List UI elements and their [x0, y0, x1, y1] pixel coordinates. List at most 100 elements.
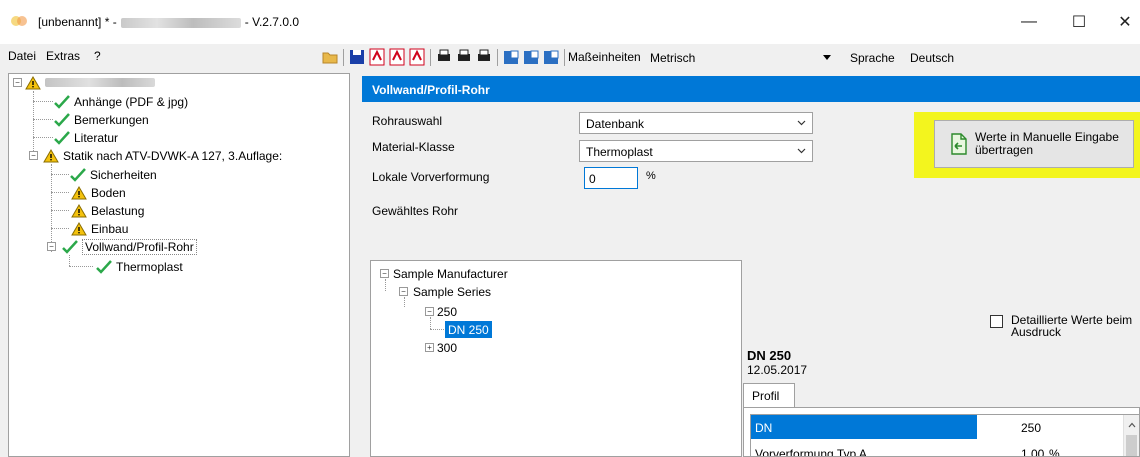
tree-node-250[interactable]: 250 [437, 303, 457, 320]
tree-connector [51, 192, 69, 193]
rohrauswahl-label: Rohrauswahl [372, 114, 443, 128]
maximize-button[interactable]: ☐ [1064, 10, 1094, 34]
expand-toggle[interactable]: + [425, 343, 434, 352]
tree-node-dn250[interactable]: DN 250 [445, 321, 492, 338]
material-label: Material-Klasse [372, 140, 455, 154]
material-select[interactable]: Thermoplast [579, 140, 813, 162]
tree-item-label: Anhänge (PDF & jpg) [74, 94, 189, 109]
vertical-scrollbar[interactable] [1123, 415, 1139, 456]
menu-datei[interactable]: Datei [8, 49, 36, 63]
tree-manufacturer[interactable]: Sample Manufacturer [393, 265, 508, 282]
tree-item-literatur[interactable]: Literatur [53, 129, 118, 146]
pdf-l-icon[interactable] [409, 48, 425, 66]
save-icon[interactable] [349, 48, 365, 66]
pipe-selection-tree[interactable]: − Sample Manufacturer − Sample Series − … [370, 260, 742, 457]
vorverformung-unit: % [646, 170, 656, 182]
detailed-values-checkbox[interactable]: Detaillierte Werte beim Ausdruck [990, 314, 1132, 338]
table-row[interactable]: DN 250 [751, 415, 1125, 439]
menu-help[interactable]: ? [94, 49, 101, 63]
selected-pipe-title: DN 250 [747, 348, 792, 363]
tab-profil[interactable]: Profil [743, 383, 795, 408]
toolbar-separator [564, 49, 565, 66]
scrollbar-thumb[interactable] [1126, 435, 1137, 456]
chevron-up-icon[interactable] [1128, 422, 1136, 428]
warning-icon [43, 148, 59, 162]
tree-series[interactable]: Sample Series [413, 283, 491, 300]
word-m-icon[interactable] [523, 48, 539, 66]
tree-item-label: Bemerkungen [74, 112, 149, 127]
tree-item-anhaenge[interactable]: Anhänge (PDF & jpg) [53, 93, 188, 110]
units-dropdown[interactable]: Metrisch [650, 51, 695, 65]
checkmark-icon [54, 112, 70, 127]
rohrauswahl-select[interactable]: Datenbank [579, 112, 813, 134]
open-folder-icon[interactable] [322, 48, 338, 66]
print-icon[interactable] [436, 48, 452, 66]
tree-item-belastung[interactable]: Belastung [71, 202, 144, 219]
chevron-down-icon [797, 148, 806, 154]
tree-item-label: Vollwand/Profil-Rohr [82, 238, 197, 255]
tree-item-label: Boden [91, 185, 126, 200]
minimize-button[interactable]: — [1014, 10, 1044, 34]
tree-item-thermoplast[interactable]: Thermoplast [95, 258, 183, 275]
collapse-toggle[interactable]: − [13, 78, 22, 87]
checkmark-icon [54, 94, 70, 109]
tree-connector [51, 228, 69, 229]
tree-item-label: Einbau [91, 221, 129, 236]
pdf-m-icon[interactable] [389, 48, 405, 66]
tree-item-bemerkungen[interactable]: Bemerkungen [53, 111, 149, 128]
menu-extras[interactable]: Extras [46, 49, 80, 63]
word-l-icon[interactable] [543, 48, 559, 66]
toolbar-separator [343, 49, 344, 66]
window-title-prefix: [unbenannt] * - [38, 15, 117, 29]
units-label: Maßeinheiten [568, 50, 641, 64]
word-s-icon[interactable] [503, 48, 519, 66]
pdf-s-icon[interactable] [369, 48, 385, 66]
collapse-toggle[interactable]: − [47, 242, 56, 251]
language-dropdown[interactable]: Deutsch [910, 51, 954, 65]
close-button[interactable]: ✕ [1110, 10, 1140, 34]
tree-item-label: Thermoplast [116, 259, 183, 274]
transfer-to-manual-button[interactable]: Werte in Manuelle Eingabe übertragen [934, 120, 1134, 168]
checkbox-box[interactable] [990, 315, 1003, 328]
material-value: Thermoplast [586, 145, 653, 159]
print-m-icon[interactable] [456, 48, 472, 66]
tree-item-einbau[interactable]: Einbau [71, 220, 128, 237]
print-l-icon[interactable] [476, 48, 492, 66]
profile-values-grid[interactable]: DN 250 Vorverformung Typ A 1.00 % [750, 414, 1140, 457]
grid-cell-name: DN [751, 415, 977, 439]
tree-item-sicherheiten[interactable]: Sicherheiten [69, 166, 157, 183]
transfer-document-icon [951, 133, 967, 155]
title-bar: [unbenannt] * - - V.2.7.0.0 — ☐ ✕ [0, 0, 1140, 44]
redacted-app-name [120, 17, 241, 28]
rohrauswahl-value: Datenbank [586, 117, 645, 131]
collapse-toggle[interactable]: − [29, 151, 38, 160]
collapse-toggle[interactable]: − [380, 269, 389, 278]
tree-item-label: Statik nach ATV-DVWK-A 127, 3.Auflage: [63, 148, 283, 163]
selected-pipe-date: 12.05.2017 [747, 363, 808, 377]
vorverformung-input[interactable]: 0 [584, 167, 638, 189]
grid-cell-value: 250 [1021, 421, 1042, 435]
tree-connector [51, 174, 69, 175]
table-row[interactable]: Vorverformung Typ A 1.00 % [751, 441, 1125, 457]
tree-connector [430, 317, 431, 329]
warning-icon [25, 75, 41, 89]
tree-item-boden[interactable]: Boden [71, 184, 126, 201]
tree-connector [33, 101, 53, 102]
collapse-toggle[interactable]: − [425, 307, 434, 316]
tree-item-vollwand[interactable]: Vollwand/Profil-Rohr [61, 238, 197, 255]
grid-cell-unit: % [1049, 447, 1060, 457]
tree-root[interactable] [25, 74, 155, 91]
collapse-toggle[interactable]: − [399, 287, 408, 296]
chevron-down-icon [797, 120, 806, 126]
checkmark-icon [54, 130, 70, 145]
toolbar-separator [430, 49, 431, 66]
toolbar-separator [497, 49, 498, 66]
chevron-down-icon[interactable] [823, 55, 831, 61]
section-header: Vollwand/Profil-Rohr [362, 76, 1140, 102]
tree-node-300[interactable]: 300 [437, 339, 457, 356]
tree-connector [385, 279, 386, 291]
navigation-tree[interactable]: − Anhänge (PDF & jpg) Bemerkungen Litera… [8, 73, 350, 457]
tree-item-statik[interactable]: Statik nach ATV-DVWK-A 127, 3.Auflage: [43, 147, 282, 164]
tree-connector [404, 297, 405, 307]
tree-connector [430, 329, 444, 330]
